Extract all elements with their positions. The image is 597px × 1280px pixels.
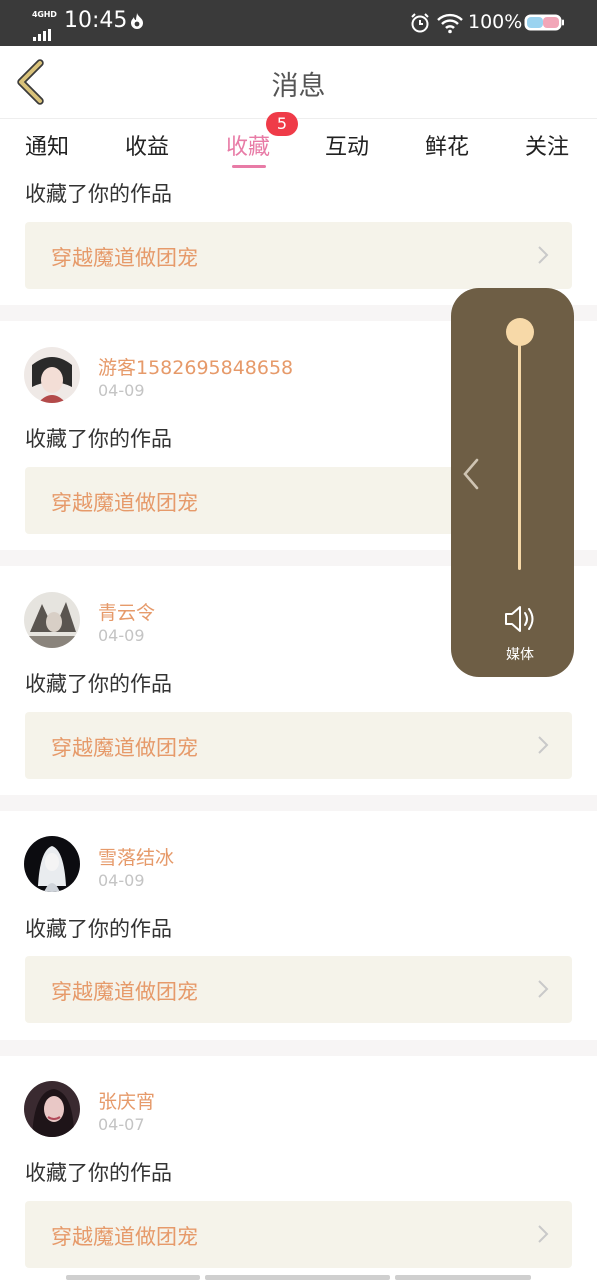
chevron-right-icon — [538, 1225, 549, 1243]
action-text: 收藏了你的作品 — [25, 917, 172, 941]
tab-notifications[interactable]: 通知 — [25, 129, 69, 161]
work-title: 穿越魔道做团宠 — [51, 736, 198, 760]
unread-badge: 5 — [266, 112, 298, 136]
volume-panel: 媒体 — [451, 288, 574, 677]
section-gap — [0, 795, 597, 811]
work-card[interactable]: 穿越魔道做团宠 — [25, 1201, 572, 1268]
nav-indicator — [205, 1275, 390, 1280]
signal-icon: 4GHD — [32, 10, 58, 41]
wifi-icon — [437, 13, 463, 34]
tab-bar: 通知 收益 收藏 互动 鲜花 关注 — [0, 119, 597, 173]
chevron-left-icon[interactable] — [459, 456, 483, 492]
volume-stream-label: 媒体 — [506, 647, 534, 663]
avatar[interactable] — [24, 592, 80, 648]
username[interactable]: 游客1582695848658 — [98, 353, 293, 380]
tab-earnings[interactable]: 收益 — [125, 129, 169, 161]
avatar[interactable] — [24, 347, 80, 403]
date: 04-09 — [98, 626, 145, 645]
tab-favorites[interactable]: 收藏 — [226, 129, 270, 161]
tab-follows[interactable]: 关注 — [525, 129, 569, 161]
clock: 10:45 — [64, 8, 128, 33]
chevron-right-icon — [538, 980, 549, 998]
network-type: 4GHD — [32, 10, 57, 19]
username[interactable]: 青云令 — [98, 598, 155, 625]
date: 04-09 — [98, 871, 145, 890]
tab-interactions[interactable]: 互动 — [325, 129, 369, 161]
action-text: 收藏了你的作品 — [25, 182, 172, 206]
status-bar: 4GHD 10:45 100% — [0, 0, 597, 46]
speaker-icon[interactable] — [503, 604, 539, 634]
work-title: 穿越魔道做团宠 — [51, 980, 198, 1004]
avatar[interactable] — [24, 1081, 80, 1137]
username[interactable]: 雪落结冰 — [98, 843, 174, 870]
work-card[interactable]: 穿越魔道做团宠 — [25, 222, 572, 289]
date: 04-09 — [98, 381, 145, 400]
date: 04-07 — [98, 1115, 145, 1134]
chevron-right-icon — [538, 736, 549, 754]
work-title: 穿越魔道做团宠 — [51, 1225, 198, 1249]
avatar[interactable] — [24, 836, 80, 892]
action-text: 收藏了你的作品 — [25, 672, 172, 696]
volume-slider-thumb[interactable] — [506, 318, 534, 346]
flame-icon — [131, 13, 143, 29]
work-card[interactable]: 穿越魔道做团宠 — [25, 712, 572, 779]
nav-indicator — [395, 1275, 531, 1280]
volume-slider-track[interactable] — [518, 324, 521, 570]
alarm-icon — [411, 13, 429, 33]
battery-percent: 100% — [468, 11, 523, 33]
work-title: 穿越魔道做团宠 — [51, 246, 198, 270]
battery-icon — [524, 14, 564, 31]
active-tab-indicator — [232, 165, 266, 168]
work-card[interactable]: 穿越魔道做团宠 — [25, 956, 572, 1023]
work-title: 穿越魔道做团宠 — [51, 491, 198, 515]
chevron-right-icon — [538, 246, 549, 264]
username[interactable]: 张庆宵 — [98, 1087, 155, 1114]
tab-flowers[interactable]: 鲜花 — [425, 129, 469, 161]
header: 消息 — [0, 46, 597, 118]
page-title: 消息 — [271, 71, 326, 102]
section-gap — [0, 1040, 597, 1056]
action-text: 收藏了你的作品 — [25, 427, 172, 451]
nav-indicator — [66, 1275, 200, 1280]
action-text: 收藏了你的作品 — [25, 1161, 172, 1185]
